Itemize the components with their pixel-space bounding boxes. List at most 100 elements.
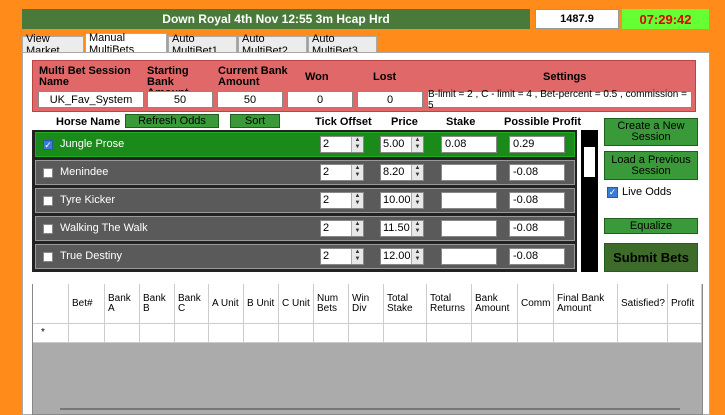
stepper-arrows-icon[interactable]: ▲ ▼ [351,165,363,180]
stepper-arrows-icon[interactable]: ▲ ▼ [411,249,423,264]
profit-field: -0.08 [509,164,565,181]
current-bank-field[interactable]: 50 [217,91,283,108]
horse-row[interactable]: True Destiny 2 ▲ ▼ 12.00 ▲ ▼ -0.08 [35,244,575,269]
table-cell[interactable] [209,324,244,343]
price-stepper[interactable]: 10.00 ▲ ▼ [380,192,424,209]
tick-offset-stepper[interactable]: 2 ▲ ▼ [320,192,364,209]
session-panel: Multi Bet Session Name Starting Bank Amo… [32,60,696,112]
stepper-arrows-icon[interactable]: ▲ ▼ [351,221,363,236]
price-stepper[interactable]: 5.00 ▲ ▼ [380,136,424,153]
col-header: Comm [518,284,554,324]
table-cell[interactable] [140,324,175,343]
col-header: Satisfied? [618,284,668,324]
table-cell[interactable] [518,324,554,343]
tab-auto-multibet1[interactable]: Auto MultiBet1 [168,33,237,57]
tick-offset-value: 2 [323,194,330,206]
horse-checkbox[interactable] [43,196,53,206]
session-name-field[interactable]: UK_Fav_System [38,91,144,108]
starting-bank-field[interactable]: 50 [147,91,213,108]
stake-field[interactable]: 0.08 [441,136,497,153]
col-header: Bank C [175,284,209,324]
horse-checkbox[interactable] [43,168,53,178]
horse-checkbox[interactable] [43,252,53,262]
horse-row[interactable]: Tyre Kicker 2 ▲ ▼ 10.00 ▲ ▼ -0.08 [35,188,575,213]
stepper-arrows-icon[interactable]: ▲ ▼ [411,165,423,180]
table-cell[interactable] [427,324,472,343]
table-cell[interactable] [618,324,668,343]
horse-row[interactable]: Walking The Walk 2 ▲ ▼ 11.50 ▲ ▼ -0.08 [35,216,575,241]
profit-field: -0.08 [509,192,565,209]
tick-offset-stepper[interactable]: 2 ▲ ▼ [320,164,364,181]
table-cell[interactable] [668,324,702,343]
stake-field[interactable] [441,164,497,181]
horse-name: Jungle Prose [60,138,125,150]
settings-field[interactable]: B-limit = 2 , C - limit = 4 , Bet-percen… [427,89,692,111]
stepper-arrows-icon[interactable]: ▲ ▼ [411,221,423,236]
table-cell[interactable] [105,324,140,343]
table-horizontal-scrollbar[interactable] [60,408,680,410]
lost-field[interactable]: 0 [357,91,423,108]
table-cell[interactable] [279,324,314,343]
tab-manual-multibets[interactable]: Manual MultiBets [85,32,167,56]
load-session-button[interactable]: Load a Previous Session [604,151,698,180]
stake-field[interactable] [441,220,497,237]
session-name-label: Multi Bet Session Name [39,65,131,88]
horse-row[interactable]: Menindee 2 ▲ ▼ 8.20 ▲ ▼ -0.08 [35,160,575,185]
horse-checkbox[interactable] [43,224,53,234]
horse-checkbox[interactable]: ✓ [43,140,53,150]
stepper-arrows-icon[interactable]: ▲ ▼ [351,249,363,264]
tab-auto-multibet2[interactable]: Auto MultiBet2 [238,33,307,57]
tick-offset-stepper[interactable]: 2 ▲ ▼ [320,248,364,265]
submit-bets-button[interactable]: Submit Bets [604,243,698,272]
col-header: B Unit [244,284,279,324]
table-cell[interactable] [314,324,349,343]
price-value: 5.00 [383,138,405,150]
price-stepper[interactable]: 12.00 ▲ ▼ [380,248,424,265]
tab-view-market[interactable]: View Market [22,33,84,57]
col-header: Bank B [140,284,175,324]
won-field[interactable]: 0 [287,91,353,108]
col-header: Num Bets [314,284,349,324]
equalize-button[interactable]: Equalize [604,218,698,234]
stepper-arrows-icon[interactable]: ▲ ▼ [351,193,363,208]
table-cell[interactable] [472,324,518,343]
profit-field: -0.08 [509,248,565,265]
stepper-arrows-icon[interactable]: ▲ ▼ [411,137,423,152]
profit-field: 0.29 [509,136,565,153]
table-cell[interactable] [69,324,105,343]
horse-row[interactable]: ✓ Jungle Prose 2 ▲ ▼ 5.00 ▲ ▼ 0.08 0.29 [35,132,575,157]
lost-label: Lost [373,71,397,83]
price-stepper[interactable]: 11.50 ▲ ▼ [380,220,424,237]
table-cell[interactable] [175,324,209,343]
stake-field[interactable] [441,248,497,265]
live-odds-checkbox[interactable]: ✓ [607,187,618,198]
tab-auto-multibet3[interactable]: Auto MultiBet3 [308,33,377,57]
price-stepper[interactable]: 8.20 ▲ ▼ [380,164,424,181]
price-header: Price [391,116,418,128]
table-cell[interactable] [349,324,384,343]
horse-name-header: Horse Name [56,116,121,128]
tick-offset-stepper[interactable]: 2 ▲ ▼ [320,220,364,237]
horse-name: Menindee [60,166,109,178]
live-odds-label: Live Odds [622,186,672,198]
table-cell[interactable] [554,324,618,343]
table-cell[interactable] [244,324,279,343]
stepper-arrows-icon[interactable]: ▲ ▼ [351,137,363,152]
col-header: Total Stake [384,284,427,324]
horse-name: Walking The Walk [60,222,148,234]
settings-label: Settings [543,71,587,83]
grid-scrollbar-thumb[interactable] [584,147,595,177]
stake-field[interactable] [441,192,497,209]
col-header: Total Returns [427,284,472,324]
stepper-arrows-icon[interactable]: ▲ ▼ [411,193,423,208]
price-value: 12.00 [383,250,411,262]
horse-name: Tyre Kicker [60,194,116,206]
col-header: C Unit [279,284,314,324]
table-cell[interactable] [384,324,427,343]
col-header: Bank A [105,284,140,324]
clock: 07:29:42 [622,9,709,29]
tick-offset-stepper[interactable]: 2 ▲ ▼ [320,136,364,153]
create-session-button[interactable]: Create a New Session [604,118,698,146]
sort-button[interactable]: Sort [230,114,280,128]
refresh-odds-button[interactable]: Refresh Odds [125,114,219,128]
